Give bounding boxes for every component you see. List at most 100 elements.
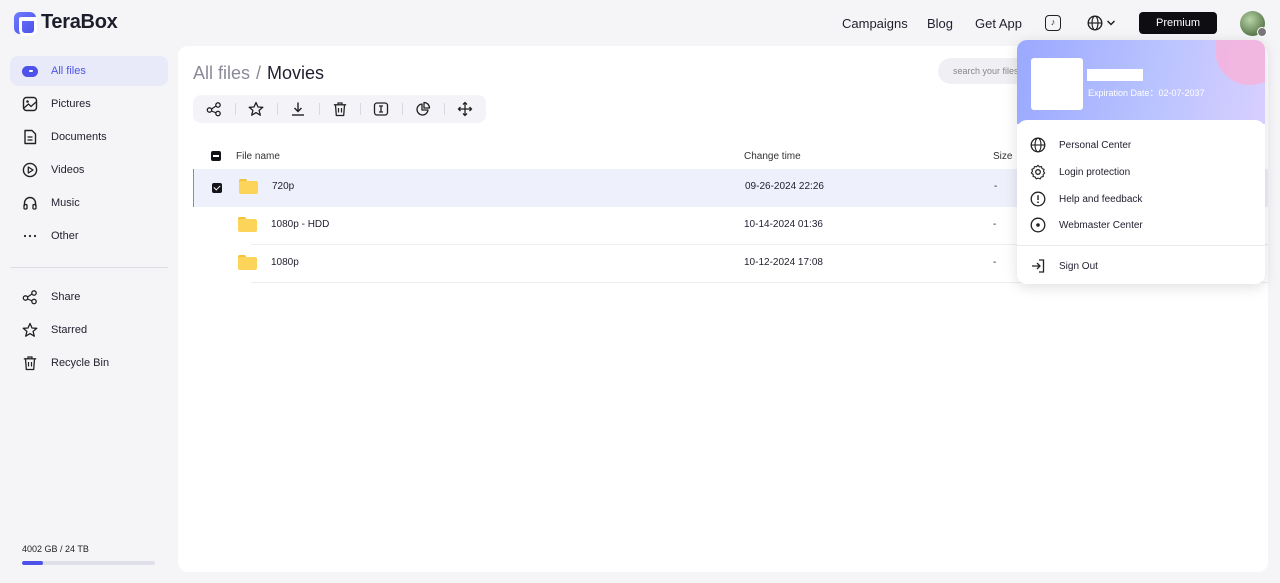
sidebar-item-other[interactable]: Other [10,221,168,251]
premium-button[interactable]: Premium [1139,12,1217,34]
file-name[interactable]: 720p [272,181,294,192]
file-change-time: 09-26-2024 22:26 [745,181,824,192]
tiktok-icon[interactable]: ♪ [1045,15,1061,31]
menu-item-label: Sign Out [1059,260,1098,272]
select-all-checkbox[interactable] [211,151,221,161]
column-header-name[interactable]: File name [236,151,280,162]
sidebar-item-starred[interactable]: Starred [10,315,168,345]
terabox-logo-icon [14,11,37,36]
sidebar-item-label: Other [51,230,79,242]
picture-icon [22,96,38,112]
file-name[interactable]: 1080p [271,257,299,268]
toolbar-share-button[interactable] [193,95,235,123]
file-size: - [993,219,997,230]
storage-quota-fill [22,561,44,565]
sidebar-item-documents[interactable]: Documents [10,122,168,152]
sidebar-item-pictures[interactable]: Pictures [10,89,168,119]
menu-item-label: Login protection [1059,166,1131,178]
app-brand: TeraBox [41,11,118,33]
toolbar-download-button[interactable] [276,95,319,123]
move-icon [457,101,473,117]
share-icon [22,289,38,305]
sign-out-icon [1029,257,1047,275]
folder-icon [238,217,257,232]
menu-item-help-feedback[interactable]: Help and feedback [1017,186,1265,212]
breadcrumb-separator: / [256,63,262,83]
menu-item-webmaster-center[interactable]: Webmaster Center [1017,212,1265,238]
sidebar-item-all-files[interactable]: All files [10,56,168,86]
more-dots-icon [22,228,38,244]
toolbar-rename-button[interactable] [360,95,402,123]
sidebar-item-music[interactable]: Music [10,188,168,218]
download-icon [291,102,304,116]
sidebar-item-share[interactable]: Share [10,282,168,312]
profile-picture [1031,58,1083,110]
toolbar-pie-button[interactable] [402,95,444,123]
sidebar-divider [10,267,168,268]
storage-quota-bar [22,561,155,565]
breadcrumb: All files / Movies [193,63,324,84]
sidebar-item-recycle-bin[interactable]: Recycle Bin [10,348,168,378]
nav-campaigns[interactable]: Campaigns [842,16,908,31]
user-avatar[interactable] [1240,11,1267,37]
file-change-time: 10-12-2024 17:08 [744,257,823,268]
sidebar-item-label: Documents [51,131,107,143]
menu-divider [1017,245,1265,246]
info-icon [1029,190,1047,208]
toolbar-move-button[interactable] [444,95,486,123]
sidebar-item-label: Share [51,291,81,303]
breadcrumb-root[interactable]: All files [193,63,250,83]
globe-icon [1029,136,1047,154]
column-header-time[interactable]: Change time [744,151,801,162]
menu-item-personal-center[interactable]: Personal Center [1017,132,1265,158]
expiration-date: Expiration Date：02-07-2037 [1088,88,1205,98]
sidebar-item-label: Starred [51,324,88,336]
video-icon [22,162,38,178]
menu-item-label: Personal Center [1059,139,1132,151]
menu-item-sign-out[interactable]: Sign Out [1017,253,1265,279]
sidebar-item-label: Videos [51,164,85,176]
nav-get-app[interactable]: Get App [975,16,1022,31]
trash-icon [22,355,38,371]
breadcrumb-current: Movies [267,63,325,83]
menu-item-label: Help and feedback [1059,193,1143,205]
folder-icon [238,255,257,270]
sidebar-item-label: Music [51,197,80,209]
rename-icon [374,102,389,116]
file-size: - [993,257,997,268]
file-action-toolbar [193,95,486,123]
file-name[interactable]: 1080p - HDD [271,219,329,230]
file-size: - [994,181,998,192]
username-redacted [1087,69,1143,81]
sidebar-item-label: Pictures [51,98,91,110]
toolbar-delete-button[interactable] [318,95,361,123]
sidebar-item-videos[interactable]: Videos [10,155,168,185]
target-icon [1029,216,1047,234]
share-icon [206,102,221,117]
headphones-icon [22,195,38,211]
account-menu: Personal Center Login protection Help an… [1017,120,1265,284]
sidebar-item-label: All files [51,65,86,77]
star-icon [22,322,38,338]
gear-icon [1029,163,1047,181]
language-globe-icon[interactable] [1087,15,1103,31]
account-header: Expiration Date：02-07-2037 [1017,40,1265,124]
account-dropdown: Expiration Date：02-07-2037 Personal Cent… [1017,40,1265,284]
all-files-icon [22,63,38,79]
sidebar-item-label: Recycle Bin [51,357,110,369]
file-change-time: 10-14-2024 01:36 [744,219,823,230]
sidebar: All files Pictures Documents Videos Musi… [0,46,176,583]
row-checkbox[interactable] [212,183,222,193]
toolbar-star-button[interactable] [234,95,277,123]
chevron-down-icon[interactable] [1106,15,1116,31]
storage-quota-text: 4002 GB / 24 TB [22,544,89,554]
nav-blog[interactable]: Blog [927,16,953,31]
pie-icon [416,101,431,116]
menu-item-label: Webmaster Center [1059,219,1143,231]
trash-icon [333,102,346,117]
column-header-size[interactable]: Size [993,151,1012,162]
menu-item-login-protection[interactable]: Login protection [1017,159,1265,185]
document-icon [22,129,38,145]
app-logo[interactable]: TeraBox [14,11,118,36]
folder-icon [239,179,258,194]
